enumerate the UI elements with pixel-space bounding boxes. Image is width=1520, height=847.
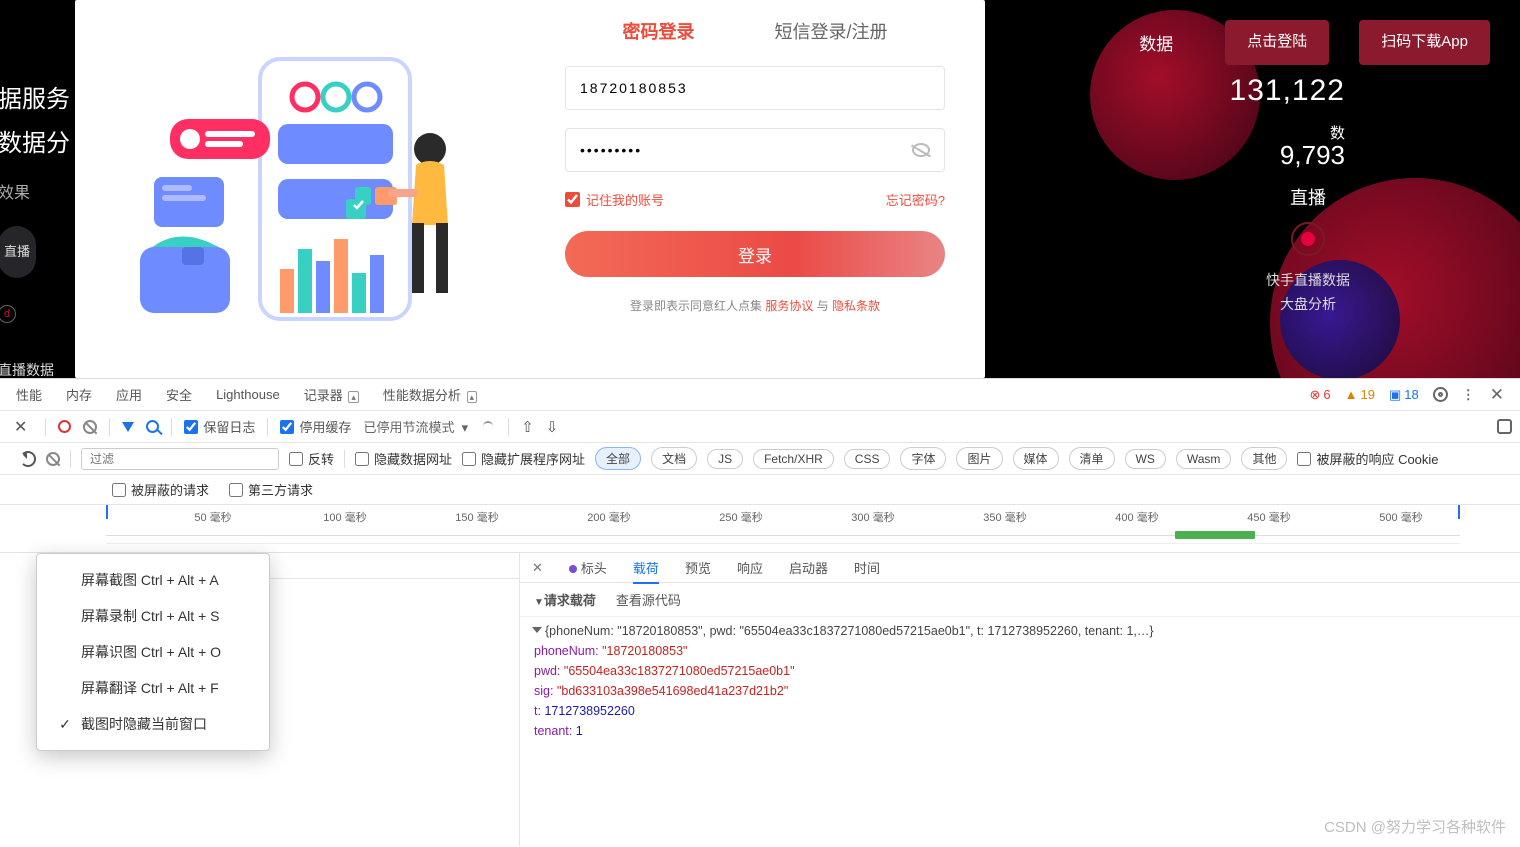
close-detail-icon[interactable]: ✕ [532, 560, 543, 576]
upload-icon[interactable]: ⇧ [521, 418, 534, 436]
tab-headers[interactable]: 标头 [569, 558, 607, 577]
tab-security[interactable]: 安全 [166, 385, 192, 404]
tab-application[interactable]: 应用 [116, 385, 142, 404]
login-top-button[interactable]: 点击登陆 [1225, 20, 1329, 65]
ctx-screenshot[interactable]: 屏幕截图 Ctrl + Alt + A [37, 562, 269, 598]
record-icon[interactable] [58, 420, 71, 433]
preserve-log[interactable]: 保留日志 [184, 417, 255, 436]
pill-doc[interactable]: 文档 [651, 447, 697, 470]
tab-payload[interactable]: 载荷 [633, 558, 659, 584]
remember-me[interactable]: 记住我的账号 [565, 190, 664, 209]
clear-icon[interactable] [83, 420, 97, 434]
pill-img[interactable]: 图片 [956, 447, 1002, 470]
network-toolbar: ✕ 保留日志 停用缓存 已停用节流模式 ▾ ⇧ ⇩ [0, 411, 1520, 443]
stat-2: 9,793 [1280, 140, 1345, 171]
wifi-icon[interactable] [480, 421, 496, 433]
pill-js[interactable]: JS [707, 449, 743, 469]
douyin-icon: d [0, 305, 16, 323]
login-submit-button[interactable]: 登录 [565, 231, 945, 277]
side-text: 据服务 数据分 效果 直播 d 直播数据 盘分析 [0, 78, 70, 378]
tab-sms-login[interactable]: 短信登录/注册 [774, 18, 887, 44]
forgot-password-link[interactable]: 忘记密码? [886, 190, 945, 209]
close-devtools-icon[interactable]: ✕ [1490, 385, 1504, 405]
left-gutter [0, 553, 40, 846]
tab-lighthouse[interactable]: Lighthouse [216, 387, 280, 402]
view-source-link[interactable]: 查看源代码 [616, 590, 681, 609]
pill-fetch[interactable]: Fetch/XHR [753, 449, 834, 469]
tab-timing[interactable]: 时间 [854, 558, 880, 577]
filter-row: 反转 隐藏数据网址 隐藏扩展程序网址 全部 文档 JS Fetch/XHR CS… [0, 443, 1520, 475]
ctx-hide-window[interactable]: ✓截图时隐藏当前窗口 [37, 706, 269, 742]
filter-input[interactable] [81, 448, 279, 470]
tos-link[interactable]: 服务协议 [765, 299, 813, 313]
filter-row-2: 被屏蔽的请求 第三方请求 [0, 475, 1520, 505]
kebab-icon[interactable]: ⋮ [1462, 387, 1476, 403]
live-ring-icon [1291, 222, 1325, 256]
tab-initiator[interactable]: 启动器 [789, 558, 828, 577]
pill-media[interactable]: 媒体 [1013, 447, 1059, 470]
context-menu: 屏幕截图 Ctrl + Alt + A 屏幕录制 Ctrl + Alt + S … [36, 553, 270, 751]
tab-preview[interactable]: 预览 [685, 558, 711, 577]
ctx-record[interactable]: 屏幕录制 Ctrl + Alt + S [37, 598, 269, 634]
filter-icon[interactable] [122, 422, 134, 432]
download-app-button[interactable]: 扫码下载App [1359, 20, 1490, 65]
info-count[interactable]: ▣ 18 [1389, 387, 1419, 403]
hide-ext-url[interactable]: 隐藏扩展程序网址 [462, 449, 585, 468]
pill-css[interactable]: CSS [844, 449, 891, 469]
tab-password-login[interactable]: 密码登录 [622, 18, 694, 44]
phone-input-wrap[interactable] [565, 66, 945, 110]
top-data-label: 数据 [1117, 20, 1195, 65]
download-icon[interactable]: ⇩ [546, 418, 559, 436]
watermark: CSDN @努力学习各种软件 [1324, 816, 1506, 837]
gear-icon-2[interactable] [1497, 419, 1512, 434]
login-illustration [75, 0, 525, 378]
third-party[interactable]: 第三方请求 [229, 480, 313, 499]
waterfall-timeline[interactable]: 50 毫秒 100 毫秒 150 毫秒 200 毫秒 250 毫秒 300 毫秒… [0, 505, 1520, 553]
invert-checkbox[interactable]: 反转 [289, 449, 334, 468]
pill-manifest[interactable]: 清单 [1069, 447, 1115, 470]
side-pill[interactable]: 直播 [0, 226, 36, 278]
pill-wasm[interactable]: Wasm [1176, 449, 1232, 469]
tab-memory[interactable]: 内存 [66, 385, 92, 404]
tab-perf-insights[interactable]: 性能数据分析 ▴ [383, 385, 477, 404]
gear-icon[interactable] [1433, 387, 1448, 402]
warn-count[interactable]: ▲ 19 [1345, 387, 1375, 402]
pill-all[interactable]: 全部 [595, 447, 641, 470]
stat-1: 131,122 [1230, 74, 1345, 108]
throttle-select[interactable]: 已停用节流模式 ▾ [363, 417, 468, 436]
error-count[interactable]: ⊗ 6 [1310, 387, 1331, 403]
password-input-wrap[interactable] [565, 128, 945, 172]
disable-cache[interactable]: 停用缓存 [280, 417, 351, 436]
close-drawer-icon[interactable]: ✕ [8, 417, 33, 437]
tab-response[interactable]: 响应 [737, 558, 763, 577]
agreement-text: 登录即表示同意红人点集 服务协议 与 隐私条款 [565, 297, 945, 314]
promo-column: 直播 快手直播数据 大盘分析 [1266, 180, 1350, 318]
login-modal: 密码登录 短信登录/注册 记住我的账号 忘记密码? 登录 登录即表示同意红人点集… [75, 0, 985, 378]
pill-other[interactable]: 其他 [1241, 447, 1287, 470]
search-icon[interactable] [146, 420, 159, 433]
pill-ws[interactable]: WS [1125, 449, 1166, 469]
tab-performance[interactable]: 性能 [16, 385, 42, 404]
eye-off-icon[interactable] [912, 143, 930, 157]
blocked-cookies[interactable]: 被屏蔽的响应 Cookie [1297, 449, 1438, 468]
app-backdrop: 数据 点击登陆 扫码下载App 131,122 数 9,793 据服务 数据分 … [0, 0, 1520, 378]
payload-body: {phoneNum: "18720180853", pwd: "65504ea3… [520, 617, 1520, 745]
remember-checkbox[interactable] [565, 192, 580, 207]
ban-icon-2[interactable] [46, 452, 60, 466]
devtools-tab-bar: 性能 内存 应用 安全 Lighthouse 记录器 ▴ 性能数据分析 ▴ ⊗ … [0, 379, 1520, 411]
detail-pane: ✕ 标头 载荷 预览 响应 启动器 时间 ▼请求载荷 查看源代码 {phoneN… [520, 553, 1520, 846]
privacy-link[interactable]: 隐私条款 [832, 299, 880, 313]
tab-recorder[interactable]: 记录器 ▴ [304, 385, 359, 404]
password-input[interactable] [580, 142, 902, 158]
hide-data-url[interactable]: 隐藏数据网址 [355, 449, 452, 468]
blocked-req[interactable]: 被屏蔽的请求 [112, 480, 209, 499]
reload-icon[interactable] [20, 451, 36, 467]
pill-font[interactable]: 字体 [900, 447, 946, 470]
phone-input[interactable] [580, 80, 902, 96]
ctx-ocr[interactable]: 屏幕识图 Ctrl + Alt + O [37, 634, 269, 670]
ctx-translate[interactable]: 屏幕翻译 Ctrl + Alt + F [37, 670, 269, 706]
payload-title[interactable]: ▼请求载荷 [534, 590, 596, 609]
